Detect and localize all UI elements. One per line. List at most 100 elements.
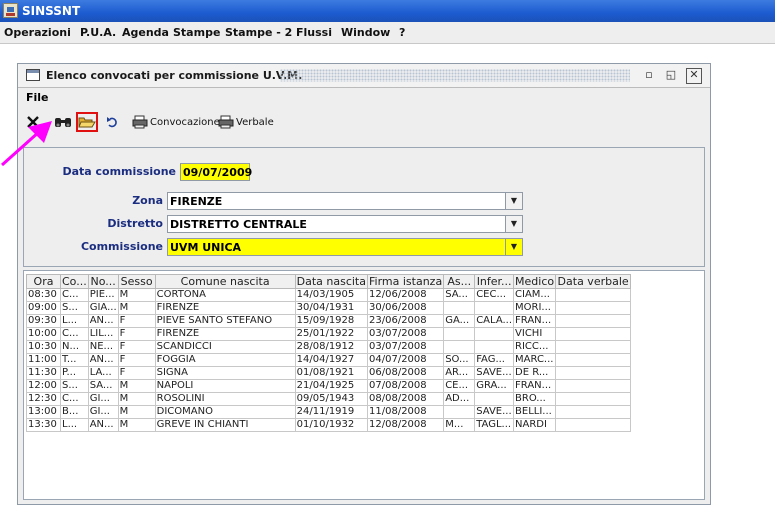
table-cell: 30/04/1931 [294, 301, 369, 315]
menubar: Operazioni P.U.A. Agenda Stampe Stampe -… [0, 22, 775, 44]
table-cell: 14/04/1927 [294, 353, 369, 367]
table-cell [555, 301, 632, 315]
table-cell: 03/07/2008 [366, 340, 445, 354]
column-header[interactable]: Sesso [117, 274, 156, 289]
table-cell [443, 301, 476, 315]
chevron-down-icon[interactable]: ▼ [505, 216, 522, 232]
verbale-button[interactable]: Verbale [236, 112, 274, 134]
column-header[interactable]: Ora [26, 274, 61, 289]
printer-icon [218, 115, 234, 129]
table-row[interactable]: 12:00 S... SA... M NAPOLI 21/04/1925 07/08/200… [26, 379, 632, 393]
menu-stampe-2[interactable]: Stampe - 2 [225, 26, 292, 39]
undo-icon[interactable] [106, 116, 120, 138]
open-folder-button[interactable] [76, 112, 98, 132]
table-cell: 06/08/2008 [366, 366, 445, 380]
table-cell: 01/10/1932 [294, 418, 369, 432]
table-cell: FRAN... [513, 379, 557, 393]
column-header[interactable]: Comune nascita [154, 274, 296, 289]
close-frame-icon[interactable]: ✕ [686, 68, 702, 84]
table-cell: BRO... [513, 392, 557, 406]
table-row[interactable]: 08:30 C... PIE... M CORTONA 14/03/1905 12/06/2… [26, 288, 632, 302]
menu-agenda[interactable]: Agenda [122, 26, 169, 39]
table-cell: 30/06/2008 [366, 301, 445, 315]
table-cell: SA... [443, 288, 476, 302]
table-cell: S... [60, 301, 89, 315]
titlebar-pattern [280, 69, 630, 82]
table-row[interactable]: 11:30 P... LA... F SIGNA 01/08/1921 06/08/2008… [26, 366, 632, 380]
menu-help[interactable]: ? [399, 26, 405, 39]
table-cell: 07/08/2008 [366, 379, 445, 393]
convocazione-button[interactable]: Convocazione [150, 112, 220, 134]
table-cell [474, 301, 515, 315]
table-cell [555, 353, 632, 367]
frame-icon [26, 69, 40, 81]
table-cell [474, 327, 515, 341]
frame-titlebar[interactable]: Elenco convocati per commissione U.V.M. … [18, 64, 710, 88]
table-cell: M [117, 405, 156, 419]
table-row[interactable]: 13:00 B... GI... M DICOMANO 24/11/1919 11/08/2… [26, 405, 632, 419]
table-row[interactable]: 10:00 C... LIL... F FIRENZE 25/01/1922 03/07/2… [26, 327, 632, 341]
column-header[interactable]: Data nascita [294, 274, 369, 289]
table-cell: 12/08/2008 [366, 418, 445, 432]
menu-stampe[interactable]: Stampe [173, 26, 220, 39]
table-cell: AN... [87, 353, 119, 367]
table-cell: 12:00 [26, 379, 61, 393]
table-cell: FAG... [474, 353, 515, 367]
iconify-icon[interactable]: ▫ [642, 68, 656, 82]
chevron-down-icon[interactable]: ▼ [505, 193, 522, 209]
column-header[interactable]: Medico [513, 274, 557, 289]
table-cell: 03/07/2008 [366, 327, 445, 341]
table-cell: M [117, 418, 156, 432]
table-cell: FOGGIA [154, 353, 296, 367]
table-cell: 25/01/1922 [294, 327, 369, 341]
table-row[interactable]: 12:30 C... GI... M ROSOLINI 09/05/1943 08/08/2… [26, 392, 632, 406]
distretto-select[interactable]: DISTRETTO CENTRALE ▼ [167, 215, 523, 233]
column-header[interactable]: Firma istanza [366, 274, 445, 289]
table-cell [555, 327, 632, 341]
menu-file[interactable]: File [26, 91, 49, 104]
zona-select[interactable]: FIRENZE ▼ [167, 192, 523, 210]
table-cell: 11:00 [26, 353, 61, 367]
table-cell: FRAN... [513, 314, 557, 328]
maximize-icon[interactable]: ◱ [664, 68, 678, 82]
table-cell [474, 340, 515, 354]
table-cell: 04/07/2008 [366, 353, 445, 367]
chevron-down-icon[interactable]: ▼ [505, 239, 522, 255]
table-row[interactable]: 10:30 N... NE... F SCANDICCI 28/08/1912 03/07/… [26, 340, 632, 354]
table-row[interactable]: 09:00 S... GIA... M FIRENZE 30/04/1931 30/06/2… [26, 301, 632, 315]
menu-flussi[interactable]: Flussi [296, 26, 332, 39]
table-cell: 12/06/2008 [366, 288, 445, 302]
table-cell: SO... [443, 353, 476, 367]
column-header[interactable]: Infer... [474, 274, 515, 289]
convocati-table-panel: Ora Co... No... Sesso Comune nascita Data nas… [23, 270, 705, 500]
table-cell: P... [60, 366, 89, 380]
printer-icon [132, 115, 148, 129]
table-cell [555, 418, 632, 432]
table-cell: 11/08/2008 [366, 405, 445, 419]
column-header[interactable]: No... [87, 274, 119, 289]
table-cell: F [117, 314, 156, 328]
commissione-label: Commissione [80, 240, 163, 253]
table-cell: BELLI... [513, 405, 557, 419]
table-row[interactable]: 09:30 L... AN... F PIEVE SANTO STEFANO 15/09/… [26, 314, 632, 328]
table-cell: S... [60, 379, 89, 393]
table-cell: AD... [443, 392, 476, 406]
column-header[interactable]: Co... [60, 274, 89, 289]
data-commissione-field[interactable]: 09/07/2009 [180, 163, 252, 181]
menu-pua[interactable]: P.U.A. [80, 26, 116, 39]
table-cell: B... [60, 405, 89, 419]
menu-operazioni[interactable]: Operazioni [4, 26, 71, 39]
table-cell: 11:30 [26, 366, 61, 380]
menu-window[interactable]: Window [341, 26, 390, 39]
table-row[interactable]: 11:00 T... AN... F FOGGIA 14/04/1927 04/07/200… [26, 353, 632, 367]
column-header[interactable]: Data verbale [555, 274, 632, 289]
table-cell: SCANDICCI [154, 340, 296, 354]
table-row[interactable]: 13:30 L... AN... M GREVE IN CHIANTI 01/10/193… [26, 418, 632, 432]
column-header[interactable]: As... [443, 274, 476, 289]
commissione-select[interactable]: UVM UNICA ▼ [167, 238, 523, 256]
table-cell [474, 392, 515, 406]
table-cell: 01/08/1921 [294, 366, 369, 380]
table-cell: SA... [87, 379, 119, 393]
table-cell: 28/08/1912 [294, 340, 369, 354]
convocati-table: Ora Co... No... Sesso Comune nascita Data nas… [26, 274, 632, 432]
